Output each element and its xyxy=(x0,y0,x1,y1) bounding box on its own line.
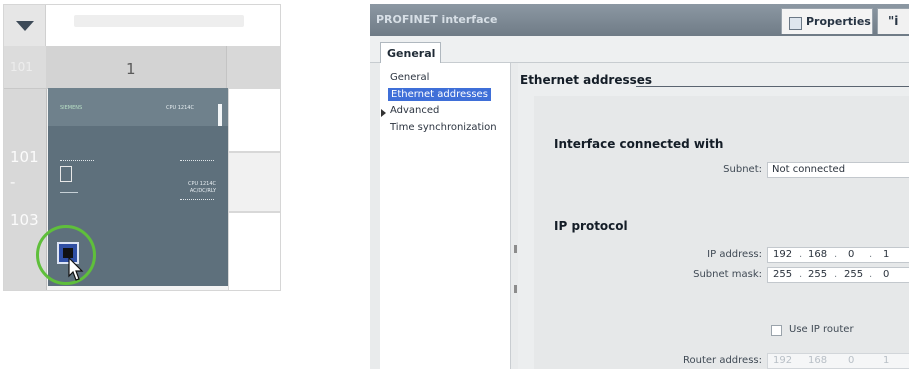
section-title: Ethernet addresses xyxy=(520,73,653,87)
device-view: 101 1 101 - 103 SIEMENS CPU 1214C CPU 12… xyxy=(3,4,281,291)
collapse-dropdown[interactable] xyxy=(4,5,46,46)
subnet-mask-field[interactable]: 255 . 255 . 255 . 0 xyxy=(767,267,909,283)
properties-content: Ethernet addresses Interface connected w… xyxy=(518,63,909,369)
ethernet-settings-panel: Interface connected with Subnet: Not con… xyxy=(534,96,909,369)
properties-tab-label: Properties xyxy=(806,15,871,28)
splitter-handle[interactable] xyxy=(514,285,517,293)
use-ip-router-checkbox[interactable] xyxy=(771,325,782,336)
subnet-mask-label: Subnet mask: xyxy=(693,269,762,280)
expand-arrow-icon[interactable] xyxy=(381,109,386,117)
splitter-handle[interactable] xyxy=(514,245,517,253)
rack-column-2-header[interactable] xyxy=(226,46,280,88)
property-navigation: General Ethernet addresses Advanced Time… xyxy=(380,63,511,369)
empty-slot[interactable] xyxy=(228,152,280,212)
plc-led-row xyxy=(60,160,94,164)
plc-divider xyxy=(60,192,78,193)
nav-item-advanced[interactable]: Advanced xyxy=(390,105,439,116)
chevron-down-icon xyxy=(16,21,34,31)
ip-address-field[interactable]: 192 . 168 . 0 . 1 xyxy=(767,247,909,263)
empty-slot[interactable] xyxy=(228,88,280,152)
rack-header-left-label: 101 xyxy=(10,60,33,74)
tab-general-label: General xyxy=(387,47,436,60)
router-address-field: 192 168 0 1 xyxy=(767,353,909,369)
plc-brand-label: SIEMENS xyxy=(60,105,83,111)
ip-protocol-heading: IP protocol xyxy=(554,219,628,233)
plc-text: CPU 1214C AC/DC/RLY xyxy=(188,181,216,194)
empty-slot[interactable] xyxy=(228,212,280,290)
rack-column-1-header[interactable] xyxy=(46,46,226,88)
device-name-faded xyxy=(74,15,244,27)
device-view-toolbar xyxy=(4,5,280,46)
slot-label-101: 101 xyxy=(10,148,39,166)
window-title: PROFINET interface xyxy=(376,13,498,26)
interface-heading: Interface connected with xyxy=(554,137,724,151)
plc-status-stripe xyxy=(218,104,222,126)
nav-item-ethernet-addresses[interactable]: Ethernet addresses xyxy=(388,88,491,101)
properties-tab[interactable]: Properties xyxy=(781,8,873,34)
subnet-label: Subnet: xyxy=(723,164,762,175)
router-address-label: Router address: xyxy=(683,355,762,366)
plc-led-row xyxy=(180,160,214,164)
plc-port-icon xyxy=(60,166,72,182)
slot-label-103: 103 xyxy=(10,211,39,229)
info-tab[interactable]: "i xyxy=(877,8,909,34)
mouse-cursor-icon xyxy=(68,257,84,281)
plc-model-label: CPU 1214C xyxy=(166,105,194,111)
use-ip-router-label: Use IP router xyxy=(789,324,854,335)
nav-item-time-synchronization[interactable]: Time synchronization xyxy=(390,122,497,133)
subnet-select[interactable]: Not connected xyxy=(767,162,909,178)
section-divider xyxy=(636,86,909,87)
plc-led-row xyxy=(180,199,214,203)
slot-label-dash: - xyxy=(10,173,16,191)
tab-general[interactable]: General xyxy=(380,42,441,64)
ip-address-label: IP address: xyxy=(707,249,762,260)
inspector-window: PROFINET interface Properties "i General… xyxy=(370,4,909,369)
inspector-tab-strip xyxy=(370,36,909,63)
nav-item-general[interactable]: General xyxy=(390,72,429,83)
rack-column-number: 1 xyxy=(126,60,136,78)
properties-icon xyxy=(789,17,802,30)
info-icon: "i xyxy=(888,14,899,28)
